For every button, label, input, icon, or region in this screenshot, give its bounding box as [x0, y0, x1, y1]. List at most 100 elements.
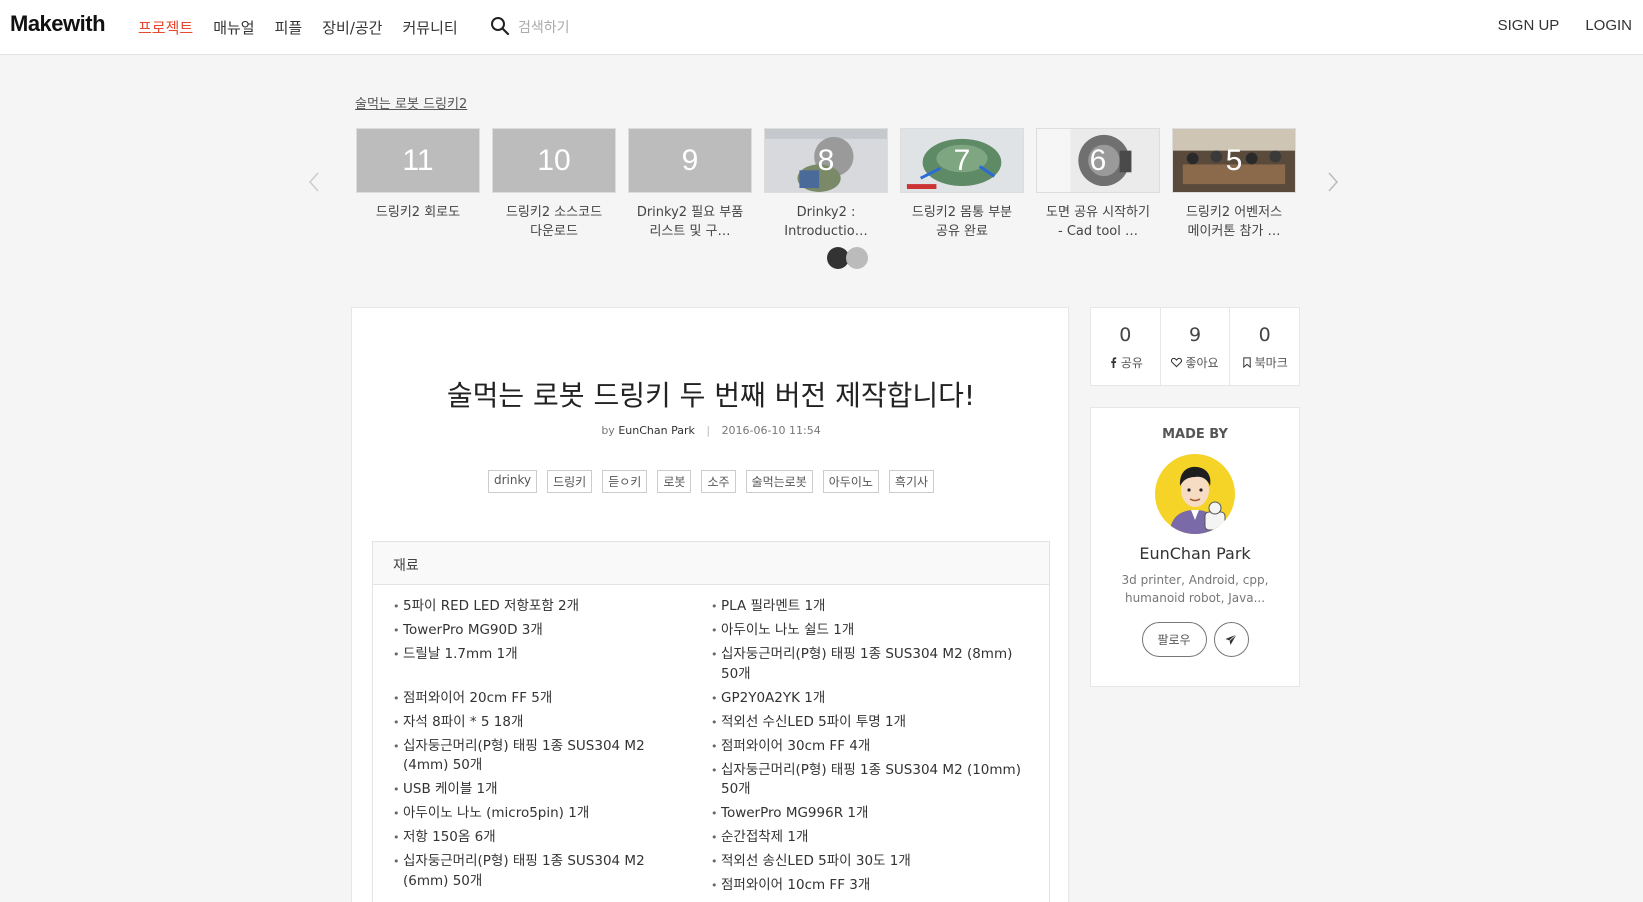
maker-name[interactable]: EunChan Park [1091, 544, 1299, 563]
tag[interactable]: 로봇 [657, 470, 692, 493]
series-item[interactable]: 6 도면 공유 시작하기 - Cad tool … [1036, 128, 1160, 241]
series-item[interactable]: 10 드링키2 소스코드 다운로드 [492, 128, 616, 241]
series-thumbnail: 5 [1172, 128, 1296, 193]
tag[interactable]: 아두이노 [822, 470, 879, 493]
nav-item-equipment-space[interactable]: 장비/공간 [322, 17, 382, 38]
series-item[interactable]: 11 드링키2 회로도 [356, 128, 480, 241]
series-item[interactable]: 5 드링키2 어벤저스 메이커톤 참가 … [1172, 128, 1296, 241]
material-item: 점퍼와이어 20cm FF 5개 [393, 689, 691, 709]
like-button[interactable]: 9 좋아요 [1159, 308, 1230, 385]
series-item[interactable]: 8 Drinky2 : Introductio… [764, 128, 888, 241]
paper-plane-icon [1225, 633, 1237, 645]
auth-links: SIGN UP LOGIN [1498, 17, 1632, 34]
series-item[interactable]: 9 Drinky2 필요 부품 리스트 및 구… [628, 128, 752, 241]
tag[interactable]: 소주 [701, 470, 736, 493]
carousel-dot[interactable] [846, 247, 868, 269]
maker-actions: 팔로우 [1091, 622, 1299, 657]
search-icon[interactable] [490, 16, 510, 40]
bookmark-count: 0 [1258, 324, 1271, 346]
series-thumbnail: 11 [356, 128, 480, 193]
main-nav: 프로젝트 매뉴얼 피플 장비/공간 커뮤니티 [138, 17, 458, 38]
share-count: 0 [1119, 324, 1132, 346]
series-number: 10 [537, 143, 571, 177]
series-thumbnail: 7 [900, 128, 1024, 193]
material-item: 아두이노 나노 쉴드 1개 [711, 621, 1031, 641]
material-item: USB 케이블 1개 [393, 780, 691, 800]
series-number: 5 [1225, 143, 1243, 177]
maker-card: MADE BY EunChan Park 3d printer, Android… [1090, 407, 1300, 687]
tag[interactable]: 듣ㅇ키 [602, 470, 648, 493]
series-thumbnail: 9 [628, 128, 752, 193]
made-by-heading: MADE BY [1162, 427, 1228, 442]
material-item: 적외선 송신LED 5파이 30도 1개 [711, 852, 1031, 872]
signup-link[interactable]: SIGN UP [1498, 17, 1560, 34]
tag[interactable]: 드링키 [547, 470, 593, 493]
nav-item-manuals[interactable]: 매뉴얼 [213, 17, 254, 38]
avatar[interactable] [1155, 454, 1235, 534]
site-logo[interactable]: Makewith [10, 11, 106, 37]
nav-item-projects[interactable]: 프로젝트 [138, 17, 193, 38]
series-number: 6 [1089, 143, 1107, 177]
carousel-pagination [827, 247, 868, 269]
by-label: by [601, 424, 615, 437]
page-title: 술먹는 로봇 드링키 두 번째 버전 제작합니다! [446, 379, 976, 412]
maker-avatar-image [1155, 454, 1235, 534]
material-item: 저항 150옴 6개 [393, 828, 691, 848]
series-thumbnail: 6 [1036, 128, 1160, 193]
carousel-prev-icon[interactable] [306, 170, 322, 194]
materials-column-left: 5파이 RED LED 저항포함 2개 TowerPro MG90D 3개 드릴… [373, 597, 691, 900]
material-item: 점퍼와이어 10cm FF 3개 [711, 876, 1031, 896]
series-carousel: 11 드링키2 회로도 10 드링키2 소스코드 다운로드 9 Drinky2 … [356, 128, 1296, 241]
heart-icon [1171, 357, 1183, 368]
series-caption: 도면 공유 시작하기 - Cad tool … [1046, 205, 1150, 239]
bookmark-button[interactable]: 0 북마크 [1229, 308, 1299, 385]
author-link[interactable]: EunChan Park [618, 424, 695, 437]
bookmark-label: 북마크 [1254, 356, 1288, 370]
nav-item-people[interactable]: 피플 [275, 17, 303, 38]
material-item: GP2Y0A2YK 1개 [711, 689, 1031, 709]
article-meta: by EunChan Park | 2016-06-10 11:54 [352, 424, 1070, 437]
material-item: TowerPro MG90D 3개 [393, 621, 691, 641]
materials-panel: 재료 5파이 RED LED 저항포함 2개 TowerPro MG90D 3개… [372, 541, 1050, 902]
tag[interactable]: 술먹는로봇 [745, 470, 813, 493]
login-link[interactable]: LOGIN [1585, 17, 1632, 34]
series-number: 7 [953, 143, 971, 177]
series-title[interactable]: 술먹는 로봇 드링키2 [355, 93, 467, 112]
series-caption: 드링키2 몸통 부분 공유 완료 [911, 205, 1013, 239]
material-item: 자석 8파이 * 5 18개 [393, 713, 691, 733]
carousel-next-icon[interactable] [1325, 170, 1341, 194]
project-stats: 0 공유 9 좋아요 0 북마크 [1090, 307, 1300, 386]
share-button[interactable]: 0 공유 [1091, 308, 1160, 385]
tag[interactable]: 흑기사 [888, 470, 935, 493]
series-number: 9 [681, 143, 699, 177]
series-thumbnail: 8 [764, 128, 888, 193]
series-caption: 드링키2 회로도 [375, 205, 461, 220]
material-item: 적외선 수신LED 5파이 투명 1개 [711, 713, 1031, 733]
series-number: 11 [402, 143, 434, 177]
material-item: 드릴날 1.7mm 1개 [393, 645, 691, 665]
series-caption: 드링키2 어벤저스 메이커톤 참가 … [1185, 205, 1283, 239]
share-label: 공유 [1120, 356, 1143, 370]
publish-date: 2016-06-10 11:54 [721, 424, 821, 437]
maker-bio: 3d printer, Android, cpp, humanoid robot… [1121, 573, 1269, 605]
material-item: 십자둥근머리(P형) 태핑 1종 SUS304 M2 (8mm) 50개 [711, 645, 1031, 684]
materials-heading: 재료 [373, 542, 1049, 585]
series-number: 8 [817, 143, 835, 177]
series-caption: Drinky2 필요 부품 리스트 및 구… [636, 205, 744, 239]
materials-column-right: PLA 필라멘트 1개 아두이노 나노 쉴드 1개 십자둥근머리(P형) 태핑 … [691, 597, 1031, 900]
material-item: PLA 필라멘트 1개 [711, 597, 1031, 617]
material-item: 십자둥근머리(P형) 태핑 1종 SUS304 M2 (6mm) 50개 [393, 852, 691, 891]
search-input[interactable] [518, 20, 718, 36]
material-item: 아두이노 나노 (micro5pin) 1개 [393, 804, 691, 824]
top-navbar: Makewith 프로젝트 매뉴얼 피플 장비/공간 커뮤니티 SIGN UP … [0, 0, 1643, 55]
meta-separator: | [706, 424, 711, 437]
nav-item-community[interactable]: 커뮤니티 [402, 17, 457, 38]
series-item[interactable]: 7 드링키2 몸통 부분 공유 완료 [900, 128, 1024, 241]
message-button[interactable] [1213, 622, 1249, 657]
series-caption: Drinky2 : Introductio… [784, 205, 868, 239]
like-label: 좋아요 [1185, 356, 1219, 370]
tag[interactable]: drinky [487, 470, 538, 493]
materials-columns: 5파이 RED LED 저항포함 2개 TowerPro MG90D 3개 드릴… [373, 585, 1049, 900]
follow-button[interactable]: 팔로우 [1141, 622, 1207, 657]
like-count: 9 [1188, 324, 1202, 346]
